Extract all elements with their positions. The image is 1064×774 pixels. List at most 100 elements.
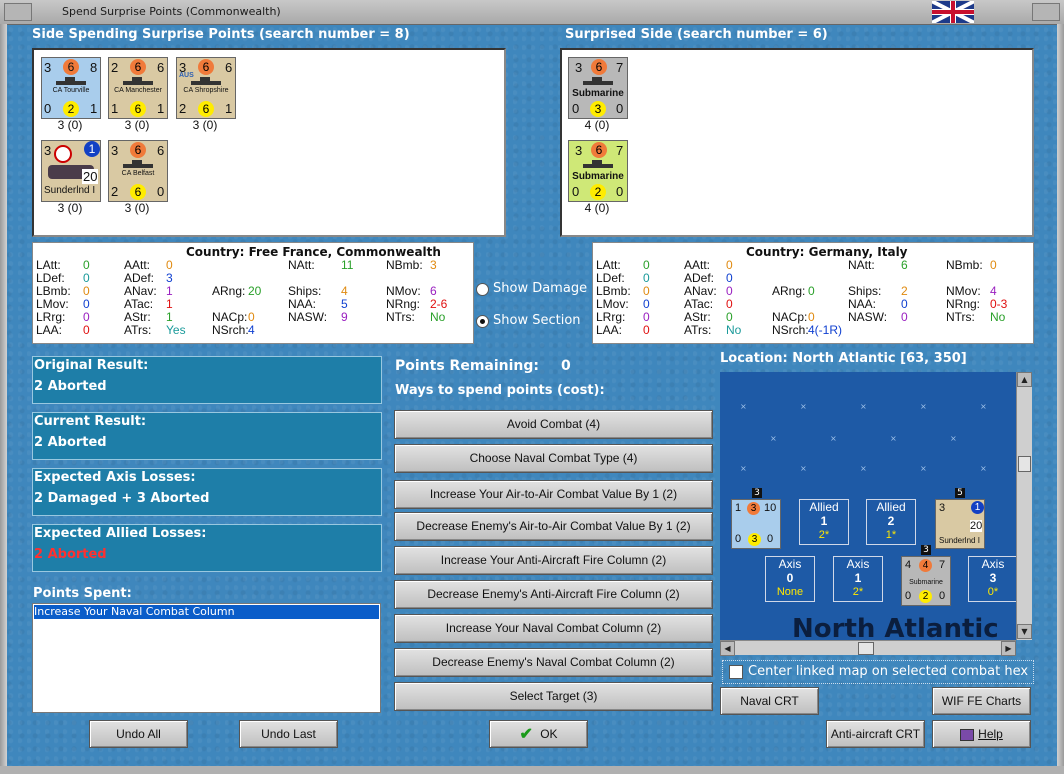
increase-aa-fire-button[interactable]: Increase Your Anti-Aircraft Fire Column … [394, 546, 713, 575]
counter-name: CA Tourville [52, 87, 90, 94]
stat-value: 0 [83, 297, 90, 311]
allied-box-2[interactable]: Allied 2 1* [866, 499, 916, 545]
points-remaining-value: 0 [561, 358, 571, 374]
stat-value: 0 [166, 258, 173, 272]
decrease-enemy-aa-fire-button[interactable]: Decrease Enemy's Anti-Aircraft Fire Colu… [394, 580, 713, 609]
choose-naval-combat-type-button[interactable]: Choose Naval Combat Type (4) [394, 444, 713, 473]
counter-value: 1 [971, 501, 984, 514]
counter-value: 1 [157, 101, 165, 116]
unit-counter[interactable]: 3 6 6 CA Belfast 2 6 0 [108, 140, 168, 202]
decrease-enemy-naval-combat-button[interactable]: Decrease Enemy's Naval Combat Column (2) [394, 648, 713, 677]
stat-value: 0 [990, 258, 997, 272]
stat-label: LBmb: [36, 284, 71, 298]
counter-value: 8 [90, 60, 98, 75]
box-label: Allied [876, 500, 906, 514]
show-damage-radio[interactable] [476, 283, 489, 296]
anti-aircraft-crt-button[interactable]: Anti-aircraft CRT [826, 720, 925, 748]
unit-counter[interactable]: 3 6 7 Submarine 0 3 0 [568, 57, 628, 119]
show-section-label[interactable]: Show Section [493, 313, 581, 328]
ok-label: OK [540, 727, 558, 741]
box-label: Axis [981, 557, 1005, 571]
stat-label: ADef: [124, 271, 155, 285]
naval-crt-button[interactable]: Naval CRT [720, 687, 819, 715]
stat-label: AAtt: [124, 258, 151, 272]
stat-label: AStr: [124, 310, 151, 324]
stat-value: 11 [341, 258, 354, 272]
stat-value: 1 [166, 284, 173, 298]
ship-icon [56, 77, 86, 85]
close-button[interactable] [1032, 3, 1060, 21]
allied-losses-title: Expected Allied Losses: [34, 526, 207, 541]
counter-value: 3 [575, 60, 583, 75]
stat-label: LMov: [36, 297, 69, 311]
unit-counter[interactable]: 3 6 7 Submarine 0 2 0 [568, 140, 628, 202]
counter-value: 10 [764, 502, 777, 514]
scroll-thumb[interactable] [1018, 456, 1031, 472]
counter-strength: 4 (0) [584, 201, 610, 215]
scroll-left-icon[interactable]: ◀ [720, 641, 735, 656]
center-map-label[interactable]: Center linked map on selected combat hex [748, 664, 1028, 679]
list-item[interactable]: Increase Your Naval Combat Column [34, 605, 379, 619]
counter-value: 20 [82, 169, 99, 184]
counter-value: 0 [905, 590, 912, 602]
axis-box-1[interactable]: Axis 1 2* [833, 556, 883, 602]
axis-box-3[interactable]: Axis 3 0* [968, 556, 1018, 602]
stat-label: LAA: [36, 323, 63, 337]
stat-value: 0-3 [990, 297, 1008, 311]
unit-counter[interactable]: 3 6 6 AUS CA Shropshire 2 6 1 [176, 57, 236, 119]
map-unit-counter[interactable]: 1 3 10 0 3 0 [731, 499, 781, 549]
counter-value: 6 [130, 142, 146, 158]
decrease-enemy-air-to-air-button[interactable]: Decrease Enemy's Air-to-Air Combat Value… [394, 512, 713, 541]
stat-label: LDef: [36, 271, 65, 285]
map-unit-counter[interactable]: 3 1 20 Sunderlnd I [935, 499, 985, 549]
unit-counter[interactable]: 2 6 6 CA Manchester 1 6 1 [108, 57, 168, 119]
counter-value: 2 [111, 184, 119, 199]
center-map-checkbox[interactable] [729, 665, 743, 679]
stat-value: 0 [643, 310, 650, 324]
wif-fe-charts-button[interactable]: WIF FE Charts [932, 687, 1031, 715]
points-spent-list[interactable]: Increase Your Naval Combat Column [32, 603, 381, 713]
frame-bottom [0, 766, 1064, 774]
counter-value: 6 [63, 59, 79, 75]
map-horizontal-scrollbar[interactable]: ◀ ▶ [720, 640, 1016, 656]
show-damage-label[interactable]: Show Damage [493, 281, 587, 296]
show-section-radio[interactable] [476, 315, 489, 328]
axis-box-0[interactable]: Axis 0 None [765, 556, 815, 602]
avoid-combat-button[interactable]: Avoid Combat (4) [394, 410, 713, 439]
undo-last-button[interactable]: Undo Last [239, 720, 338, 748]
original-result-value: 2 Aborted [34, 379, 107, 394]
map-unit-counter[interactable]: 4 4 7 Submarine 0 2 0 [901, 556, 951, 606]
select-target-button[interactable]: Select Target (3) [394, 682, 713, 711]
counter-value: 20 [970, 520, 983, 532]
help-label: Help [978, 727, 1003, 741]
scroll-down-icon[interactable]: ▼ [1017, 624, 1032, 639]
scroll-up-icon[interactable]: ▲ [1017, 372, 1032, 387]
stat-label: ATrs: [124, 323, 152, 337]
scroll-thumb[interactable] [858, 642, 874, 655]
stat-value: 0 [83, 258, 90, 272]
stat-label: ATrs: [684, 323, 712, 337]
stat-label: NMov: [946, 284, 981, 298]
unit-counter[interactable]: 3 6 8 CA Tourville 0 2 1 [41, 57, 101, 119]
stat-value: 0 [643, 258, 650, 272]
ship-icon [123, 160, 153, 168]
undo-all-button[interactable]: Undo All [89, 720, 188, 748]
ok-button[interactable]: ✔ OK [489, 720, 588, 748]
increase-naval-combat-button[interactable]: Increase Your Naval Combat Column (2) [394, 614, 713, 643]
allied-box-1[interactable]: Allied 1 2* [799, 499, 849, 545]
help-button[interactable]: Help [932, 720, 1031, 748]
stat-label: AStr: [684, 310, 711, 324]
unit-counter[interactable]: 3 1 20 Sunderlnd I [41, 140, 101, 202]
counter-value: 2 [63, 101, 79, 117]
counter-value: 6 [225, 60, 233, 75]
box-value: 2* [818, 529, 830, 541]
map-vertical-scrollbar[interactable]: ▲ ▼ [1016, 372, 1032, 640]
map-marker: × [800, 402, 807, 411]
increase-air-to-air-button[interactable]: Increase Your Air-to-Air Combat Value By… [394, 480, 713, 509]
system-menu-button[interactable] [4, 3, 32, 21]
counter-value: 7 [939, 559, 946, 571]
stat-value: 0 [726, 297, 733, 311]
stat-label: ANav: [124, 284, 157, 298]
country-label: Country: Free France, Commonwealth [186, 245, 441, 259]
scroll-right-icon[interactable]: ▶ [1001, 641, 1016, 656]
